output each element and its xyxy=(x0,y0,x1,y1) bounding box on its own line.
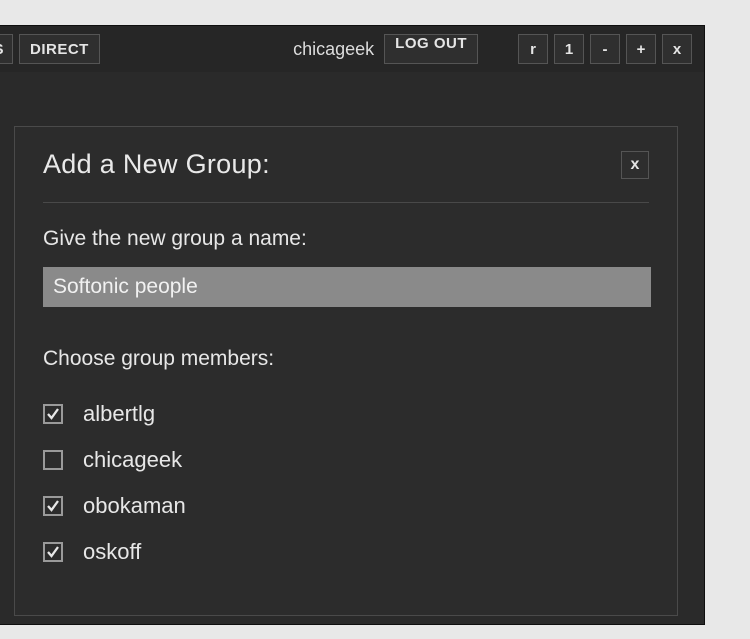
member-row: chicageek xyxy=(43,437,649,483)
winctrl-r-button[interactable]: r xyxy=(518,34,548,64)
group-name-label: Give the new group a name: xyxy=(43,227,649,251)
member-checkbox[interactable] xyxy=(43,450,63,470)
member-name: obokaman xyxy=(83,493,186,519)
member-checkbox[interactable] xyxy=(43,542,63,562)
panel-close-button[interactable]: x xyxy=(621,151,649,179)
member-name: chicageek xyxy=(83,447,182,473)
member-name: albertlg xyxy=(83,401,155,427)
member-name: oskoff xyxy=(83,539,141,565)
group-name-input[interactable] xyxy=(43,267,651,307)
user-block: chicageek LOG OUT xyxy=(293,34,478,64)
tab-direct[interactable]: DIRECT xyxy=(19,34,100,64)
members-label: Choose group members: xyxy=(43,347,649,371)
app-window: ES DIRECT chicageek LOG OUT r 1 - + x Ad… xyxy=(0,25,705,625)
panel-header: Add a New Group: x xyxy=(43,149,649,203)
add-group-panel: Add a New Group: x Give the new group a … xyxy=(14,126,678,616)
winctrl-close-button[interactable]: x xyxy=(662,34,692,64)
member-row: oskoff xyxy=(43,529,649,575)
winctrl-1-button[interactable]: 1 xyxy=(554,34,584,64)
winctrl-minimize-button[interactable]: - xyxy=(590,34,620,64)
username: chicageek xyxy=(293,39,376,60)
logout-button[interactable]: LOG OUT xyxy=(384,34,478,64)
member-row: albertlg xyxy=(43,391,649,437)
panel-title: Add a New Group: xyxy=(43,149,270,180)
member-checkbox[interactable] xyxy=(43,496,63,516)
members-list: albertlg chicageek obokaman oskoff xyxy=(43,391,649,575)
member-row: obokaman xyxy=(43,483,649,529)
winctrl-maximize-button[interactable]: + xyxy=(626,34,656,64)
window-controls: r 1 - + x xyxy=(518,34,692,64)
tab-es[interactable]: ES xyxy=(0,34,13,64)
topbar: ES DIRECT chicageek LOG OUT r 1 - + x xyxy=(0,26,704,72)
member-checkbox[interactable] xyxy=(43,404,63,424)
